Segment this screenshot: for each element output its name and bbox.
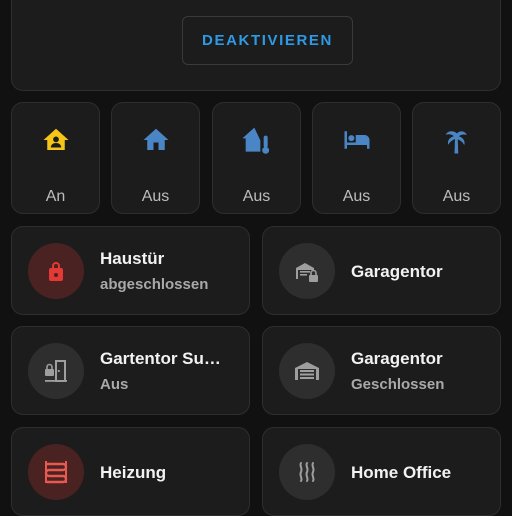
- tile-gartentor[interactable]: Gartentor Su… Aus: [11, 326, 250, 415]
- mode-state-palm-tree: Aus: [442, 188, 471, 205]
- tile-subtitle: abgeschlossen: [100, 276, 209, 293]
- mode-state-home-thermometer: Aus: [242, 188, 271, 205]
- tile-title: Haustür: [100, 249, 165, 268]
- tile-title: Home Office: [351, 463, 452, 482]
- home-thermometer-icon: [213, 125, 300, 157]
- radiator-icon[interactable]: [28, 444, 84, 500]
- home-icon: [112, 125, 199, 157]
- mode-state-home: Aus: [141, 188, 170, 205]
- tile-title: Garagentor: [351, 349, 443, 368]
- tile-title: Gartentor Su…: [100, 349, 221, 368]
- tile-subtitle: Aus: [100, 376, 129, 393]
- mode-state-home-account: An: [45, 188, 66, 205]
- heat-wave-icon[interactable]: [279, 444, 335, 500]
- tile-garagentor-1[interactable]: Garagentor: [262, 226, 501, 315]
- tile-title: Heizung: [100, 463, 167, 482]
- tile-garagentor-2[interactable]: Garagentor Geschlossen: [262, 326, 501, 415]
- deactivate-button[interactable]: DEAKTIVIEREN: [182, 16, 353, 65]
- alarm-panel-card: DEAKTIVIEREN: [11, 0, 501, 91]
- tile-title: Garagentor: [351, 262, 443, 281]
- tile-haustuer[interactable]: Haustür abgeschlossen: [11, 226, 250, 315]
- lock-icon[interactable]: [28, 243, 84, 299]
- door-sliding-lock-icon[interactable]: [28, 343, 84, 399]
- tile-heizung[interactable]: Heizung: [11, 427, 250, 516]
- home-account-icon: [12, 125, 99, 157]
- tile-subtitle: Geschlossen: [351, 376, 445, 393]
- garage-icon[interactable]: [279, 343, 335, 399]
- tile-home-office[interactable]: Home Office: [262, 427, 501, 516]
- garage-lock-icon[interactable]: [279, 243, 335, 299]
- palm-tree-icon: [413, 125, 500, 157]
- bed-icon: [313, 125, 400, 157]
- mode-state-bed: Aus: [342, 188, 371, 205]
